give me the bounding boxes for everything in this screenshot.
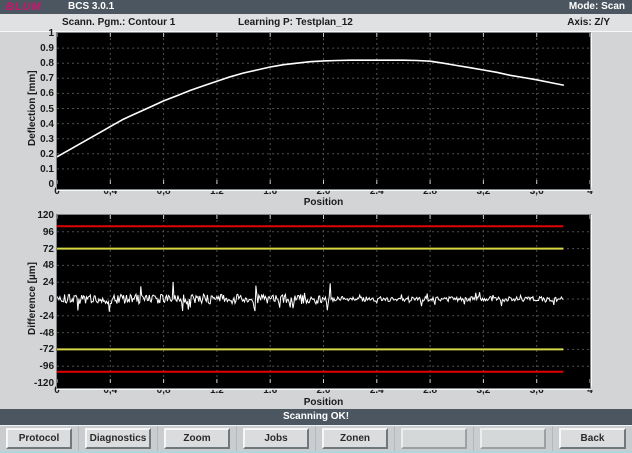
function-key-cell: Zoom — [158, 426, 237, 452]
y-tick-label: 0.5 — [0, 104, 54, 115]
function-key-cell: Jobs — [237, 426, 316, 452]
function-key-cell — [395, 426, 474, 452]
y-tick-label: 0.2 — [0, 149, 54, 160]
difference-signal — [57, 282, 563, 312]
info-bar: Scann. Pgm.: Contour 1 Learning P: Testp… — [0, 14, 632, 32]
function-key-cell: Back — [553, 426, 632, 452]
function-key-cell: Protocol — [0, 426, 79, 452]
y-tick-label: 72 — [0, 244, 54, 255]
fkey-diagnostics-button[interactable]: Diagnostics — [85, 428, 151, 449]
y-tick-label: 120 — [0, 210, 54, 221]
y-tick-label: 0.1 — [0, 164, 54, 175]
axis-label: Axis: Z/Y — [567, 14, 610, 31]
function-key-cell: Diagnostics — [79, 426, 158, 452]
y-tick-label: 0 — [0, 179, 54, 190]
function-key-cell — [474, 426, 553, 452]
fkey-empty-5 — [401, 428, 467, 449]
y-tick-label: 0.9 — [0, 43, 54, 54]
fkey-jobs-button[interactable]: Jobs — [243, 428, 309, 449]
mode-indicator: Mode: Scan — [569, 0, 625, 14]
function-key-row: Protocol Diagnostics Zoom Jobs Zonen Back — [0, 425, 632, 452]
fkey-empty-6 — [480, 428, 546, 449]
status-bar: Scanning OK! — [0, 409, 632, 425]
deflection-chart — [56, 32, 591, 190]
app-title: BCS 3.0.1 — [68, 0, 114, 14]
fkey-protocol-button[interactable]: Protocol — [6, 428, 72, 449]
y-tick-label: -72 — [0, 344, 54, 355]
y-tick-label: -24 — [0, 311, 54, 322]
deflection-chart-x-axis-title: Position — [57, 197, 590, 208]
difference-chart-x-axis-title: Position — [57, 397, 590, 408]
y-tick-label: 96 — [0, 227, 54, 238]
difference-chart — [56, 214, 591, 389]
function-key-cell: Zonen — [316, 426, 395, 452]
y-tick-label: -48 — [0, 328, 54, 339]
learning-program-label: Learning P: Testplan_12 — [238, 14, 353, 31]
y-tick-label: -120 — [0, 378, 54, 389]
y-tick-label: 24 — [0, 277, 54, 288]
y-tick-label: 48 — [0, 260, 54, 271]
blum-logo: BLUM — [6, 0, 42, 14]
y-tick-label: 0 — [0, 294, 54, 305]
y-tick-label: 0.6 — [0, 88, 54, 99]
scan-program-label: Scann. Pgm.: Contour 1 — [62, 14, 175, 31]
title-bar: BLUM BCS 3.0.1 Mode: Scan — [0, 0, 632, 14]
y-tick-label: -96 — [0, 361, 54, 372]
fkey-zoom-button[interactable]: Zoom — [164, 428, 230, 449]
fkey-back-button[interactable]: Back — [559, 428, 626, 449]
y-tick-label: 0.3 — [0, 134, 54, 145]
y-tick-label: 0.4 — [0, 119, 54, 130]
bcs-window: BLUM BCS 3.0.1 Mode: Scan Scann. Pgm.: C… — [0, 0, 632, 453]
y-tick-label: 0.8 — [0, 58, 54, 69]
y-tick-label: 1 — [0, 28, 54, 39]
fkey-zonen-button[interactable]: Zonen — [322, 428, 388, 449]
status-message: Scanning OK! — [283, 411, 349, 422]
y-tick-label: 0.7 — [0, 73, 54, 84]
